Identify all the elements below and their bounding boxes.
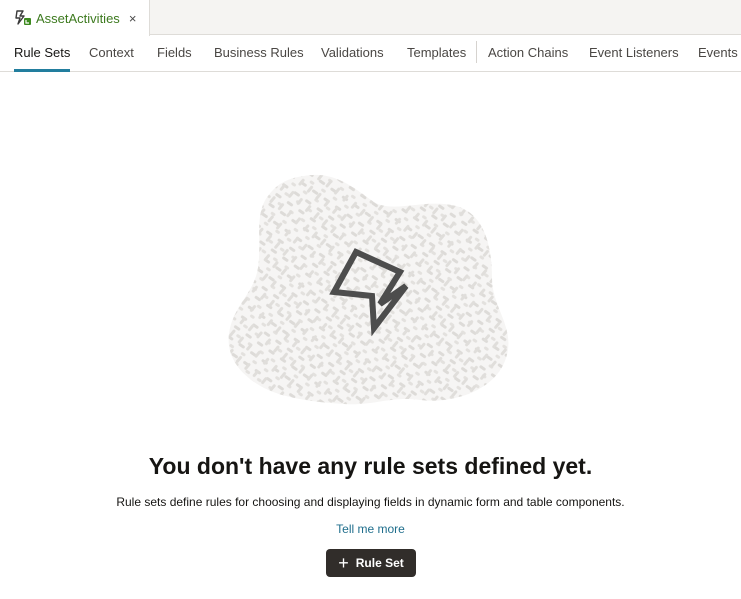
file-tab-assetactivities[interactable]: AssetActivities × bbox=[0, 0, 150, 36]
empty-state-illustration bbox=[224, 168, 514, 408]
tab-event-listeners[interactable]: Event Listeners bbox=[589, 35, 679, 71]
add-rule-set-button[interactable]: + Rule Set bbox=[326, 549, 416, 577]
file-tab-strip: AssetActivities × bbox=[0, 0, 741, 36]
empty-state-description: Rule sets define rules for choosing and … bbox=[116, 495, 625, 509]
tab-action-chains[interactable]: Action Chains bbox=[488, 35, 568, 71]
rule-set-icon bbox=[14, 9, 32, 27]
tab-validations[interactable]: Validations bbox=[321, 35, 384, 71]
close-icon[interactable]: × bbox=[129, 12, 137, 25]
tab-divider bbox=[476, 41, 477, 63]
editor-tabs: Rule Sets Context Fields Business Rules … bbox=[0, 35, 741, 72]
tell-me-more-link[interactable]: Tell me more bbox=[336, 522, 405, 536]
plus-icon: + bbox=[338, 553, 349, 573]
empty-state-headline: You don't have any rule sets defined yet… bbox=[148, 453, 593, 479]
tab-rule-sets[interactable]: Rule Sets bbox=[14, 35, 71, 72]
file-tab-title: AssetActivities bbox=[36, 10, 120, 26]
tab-context[interactable]: Context bbox=[89, 35, 134, 71]
add-rule-set-label: Rule Set bbox=[355, 556, 404, 570]
tab-events[interactable]: Events bbox=[698, 35, 738, 71]
tab-templates[interactable]: Templates bbox=[407, 35, 466, 71]
tab-fields[interactable]: Fields bbox=[157, 35, 192, 71]
tab-business-rules[interactable]: Business Rules bbox=[214, 35, 304, 71]
